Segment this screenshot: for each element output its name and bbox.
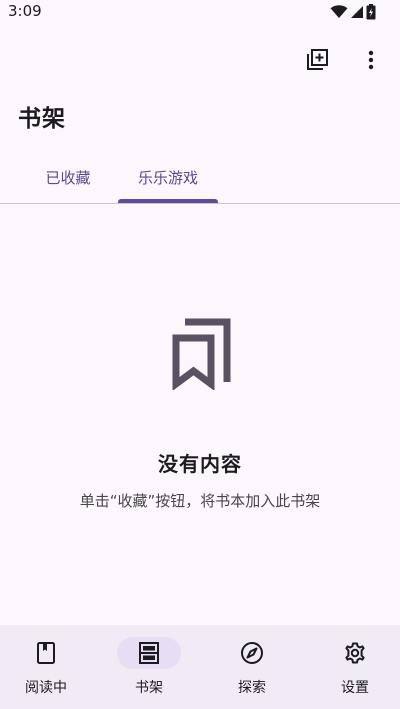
nav-pill [117,637,181,669]
tabs-divider [0,203,400,204]
bookmarks-icon [172,318,231,390]
nav-label: 书架 [135,680,163,696]
nav-label: 设置 [341,680,369,696]
book-icon [37,642,55,664]
nav-pill [14,637,78,669]
wifi-icon [330,5,348,18]
more-vert-icon [368,50,374,70]
shelf-icon [139,642,159,664]
status-time: 3:09 [8,2,42,20]
nav-pill [220,637,284,669]
empty-title: 没有内容 [158,452,242,476]
bottom-navigation: 阅读中 书架 探索 设置 [0,625,400,709]
nav-item-settings[interactable]: 设置 [305,625,400,709]
nav-pill [323,637,387,669]
battery-icon [366,4,376,20]
more-options-button[interactable] [351,40,391,80]
nav-label: 探索 [238,680,266,696]
empty-description: 单击“收藏”按钮，将书本加入此书架 [79,492,321,510]
add-to-shelf-button[interactable] [297,40,337,80]
tab-label: 已收藏 [45,168,91,187]
tab-lele-games[interactable]: 乐乐游戏 [118,152,218,202]
nav-item-reading[interactable]: 阅读中 [0,625,96,709]
tab-bar: 已收藏 乐乐游戏 [0,152,400,203]
signal-icon [351,6,363,18]
page-title: 书架 [18,106,66,132]
tab-favorites[interactable]: 已收藏 [18,152,118,202]
nav-label: 阅读中 [25,680,67,696]
compass-icon [241,642,263,664]
status-icons [330,4,376,20]
add-to-shelf-icon [307,49,328,70]
status-bar: 3:09 [0,0,400,24]
tab-label: 乐乐游戏 [137,168,198,187]
nav-item-bookshelf[interactable]: 书架 [99,625,199,709]
gear-icon [345,642,365,664]
nav-item-explore[interactable]: 探索 [202,625,302,709]
